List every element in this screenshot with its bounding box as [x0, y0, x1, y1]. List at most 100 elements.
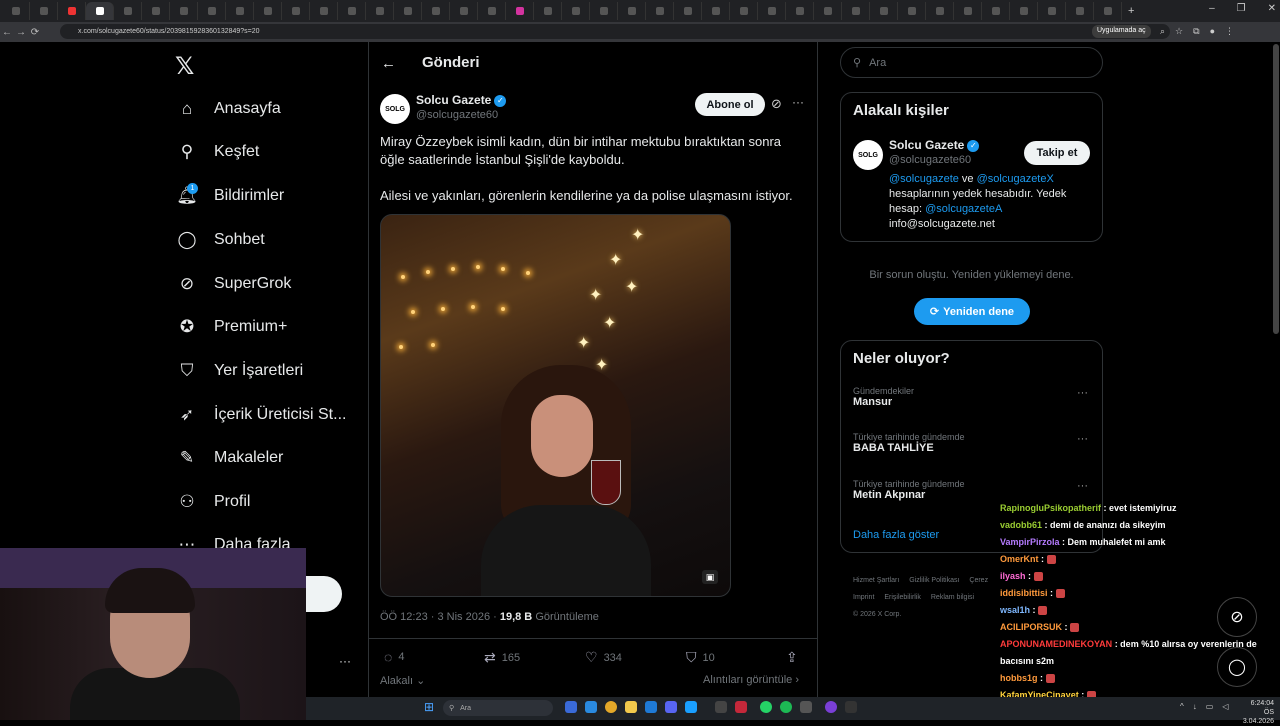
browser-tab[interactable]	[366, 2, 394, 20]
maximize-icon[interactable]: ❐	[1237, 3, 1246, 14]
repost-button[interactable]: ⇄ 165	[484, 649, 520, 666]
footer-link[interactable]: Gizlilik Politikası	[909, 577, 959, 584]
reply-sort-dropdown[interactable]: Alakalı ⌄	[380, 674, 425, 687]
trend-more-icon[interactable]: ···	[1077, 480, 1088, 492]
nav-item-premium[interactable]: ✪ Premium+	[176, 315, 287, 339]
bio-link[interactable]: @solcugazeteX	[977, 173, 1054, 185]
footer-link[interactable]: Reklam bilgisi	[931, 594, 974, 601]
star-icon[interactable]: ☆	[1175, 26, 1183, 37]
reply-button[interactable]: ◌ 4	[384, 649, 404, 665]
browser-tab[interactable]	[926, 2, 954, 20]
author-name[interactable]: Solcu Gazete ✓	[416, 93, 507, 107]
whatsapp-icon[interactable]	[760, 701, 772, 713]
browser-tab[interactable]	[1094, 2, 1122, 20]
author-handle[interactable]: @solcugazete60	[416, 109, 498, 121]
more-options-icon[interactable]: ···	[792, 95, 804, 109]
browser-tab[interactable]	[814, 2, 842, 20]
forward-nav-icon[interactable]: →	[14, 27, 28, 38]
taskbar-app-icon[interactable]	[800, 701, 812, 713]
grok-explain-icon[interactable]: ⊘	[771, 96, 782, 112]
trend-more-icon[interactable]: ···	[1077, 387, 1088, 399]
scrollbar-thumb[interactable]	[1273, 44, 1279, 334]
browser-tab[interactable]	[618, 2, 646, 20]
messages-fab-button[interactable]: ◯	[1217, 647, 1257, 687]
bio-link[interactable]: @solcugazeteA	[925, 203, 1002, 215]
nav-item-creator-studio[interactable]: ➶ İçerik Üreticisi St...	[176, 403, 347, 427]
browser-tab[interactable]	[534, 2, 562, 20]
browser-tab[interactable]	[338, 2, 366, 20]
taskbar-app-icon[interactable]	[645, 701, 657, 713]
taskbar-app-icon[interactable]	[825, 701, 837, 713]
system-clock[interactable]: 6:24:04 ÖS 3.04.2026	[1240, 699, 1274, 726]
footer-link[interactable]: Çerez	[969, 577, 988, 584]
open-in-app-button[interactable]: Uygulamada aç	[1092, 25, 1151, 38]
reload-icon[interactable]: ⟳	[28, 27, 42, 38]
close-window-icon[interactable]: ✕	[1268, 3, 1276, 14]
browser-tab[interactable]	[954, 2, 982, 20]
extensions-icon[interactable]: ⧉	[1193, 26, 1199, 37]
trend-item[interactable]: Türkiye tarihinde gündemde Metin Akpınar	[853, 479, 965, 501]
browser-tab[interactable]	[674, 2, 702, 20]
footer-link[interactable]: Imprint	[853, 594, 874, 601]
taskbar-app-icon[interactable]	[735, 701, 747, 713]
related-name[interactable]: Solcu Gazete ✓	[889, 138, 980, 152]
taskbar-app-icon[interactable]	[715, 701, 727, 713]
browser-tab[interactable]	[898, 2, 926, 20]
taskbar-app-icon[interactable]	[845, 701, 857, 713]
nav-item-chat[interactable]: ◯ Sohbet	[176, 228, 264, 252]
taskbar-app-icon[interactable]	[685, 701, 697, 713]
show-more-link[interactable]: Daha fazla göster	[853, 529, 939, 541]
browser-tab[interactable]	[730, 2, 758, 20]
discord-icon[interactable]	[665, 701, 677, 713]
nav-item-supergrok[interactable]: ⊘ SuperGrok	[176, 272, 292, 296]
start-menu-icon[interactable]: ⊞	[424, 700, 434, 714]
nav-item-profile[interactable]: ⚇ Profil	[176, 490, 250, 514]
browser-tab[interactable]	[590, 2, 618, 20]
download-icon[interactable]: ↓	[1193, 702, 1197, 711]
browser-tab[interactable]	[58, 2, 86, 20]
menu-icon[interactable]: ⋮	[1225, 26, 1234, 37]
browser-tab-active[interactable]	[86, 2, 114, 20]
nav-item-bookmarks[interactable]: ⛉ Yer İşaretleri	[176, 359, 304, 383]
network-icon[interactable]: ▭	[1206, 702, 1214, 711]
browser-tab[interactable]	[506, 2, 534, 20]
share-button[interactable]: ⇪	[786, 649, 798, 666]
footer-link[interactable]: Erişilebilirlik	[884, 594, 921, 601]
related-avatar[interactable]: SOLG	[853, 140, 883, 170]
nav-item-home[interactable]: ⌂ Anasayfa	[176, 97, 281, 121]
browser-tab[interactable]	[226, 2, 254, 20]
browser-tab[interactable]	[254, 2, 282, 20]
new-tab-icon[interactable]: +	[1128, 5, 1134, 17]
browser-tab[interactable]	[562, 2, 590, 20]
post-time[interactable]: ÖÖ 12:23 · 3 Nis 2026 ·	[380, 611, 500, 623]
folder-icon[interactable]	[625, 701, 637, 713]
url-field[interactable]: x.com/solcugazete60/status/2039815928360…	[60, 24, 1170, 39]
trend-item[interactable]: Türkiye tarihinde gündemde BABA TAHLİYE	[853, 432, 965, 454]
browser-tab[interactable]	[422, 2, 450, 20]
browser-tab[interactable]	[310, 2, 338, 20]
browser-tab[interactable]	[2, 2, 30, 20]
browser-tab[interactable]	[1066, 2, 1094, 20]
image-details-icon[interactable]: ▣	[702, 570, 718, 584]
profile-menu-icon[interactable]: ●	[1210, 26, 1215, 37]
related-handle[interactable]: @solcugazete60	[889, 154, 971, 166]
trend-item[interactable]: Gündemdekiler Mansur	[853, 386, 914, 408]
search-input[interactable]: ⚲ Ara	[840, 47, 1103, 78]
bio-link[interactable]: @solcugazete	[889, 173, 959, 185]
browser-tab[interactable]	[702, 2, 730, 20]
spotify-icon[interactable]	[780, 701, 792, 713]
footer-link[interactable]: Hizmet Şartları	[853, 577, 899, 584]
browser-tab[interactable]	[646, 2, 674, 20]
browser-tab[interactable]	[1010, 2, 1038, 20]
back-nav-icon[interactable]: ←	[0, 27, 14, 38]
back-arrow-icon[interactable]: ←	[381, 55, 396, 72]
x-logo-icon[interactable]: 𝕏	[175, 52, 194, 81]
view-quotes-link[interactable]: Alıntıları görüntüle ›	[703, 674, 799, 686]
browser-tab[interactable]	[282, 2, 310, 20]
subscribe-button[interactable]: Abone ol	[695, 93, 765, 116]
nav-item-articles[interactable]: ✎ Makaleler	[176, 446, 283, 470]
browser-tab[interactable]	[870, 2, 898, 20]
browser-tab[interactable]	[394, 2, 422, 20]
browser-tab[interactable]	[478, 2, 506, 20]
browser-tab[interactable]	[1038, 2, 1066, 20]
